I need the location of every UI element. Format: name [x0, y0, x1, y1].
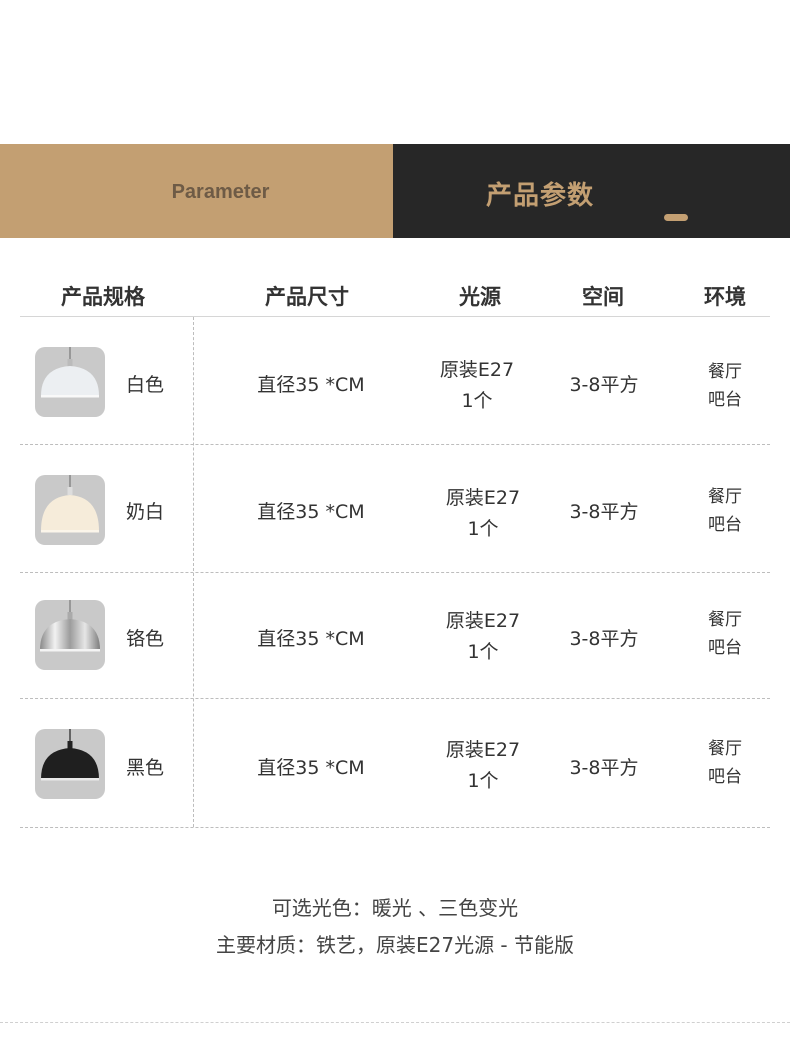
env-line: 吧台 [708, 390, 742, 410]
header-spec: 产品规格 [61, 285, 145, 309]
source-type: 原装E27 [445, 610, 521, 632]
light-source-value: 原装E27 1个 [423, 735, 543, 797]
space-value: 3-8平方 [569, 757, 639, 779]
banner-accent-bar [664, 214, 688, 221]
light-source-value: 原装E27 1个 [423, 606, 543, 668]
parameter-banner: Parameter 产品参数 [0, 144, 790, 238]
banner-chinese-title: 产品参数 [486, 181, 595, 211]
color-name: 铬色 [126, 628, 165, 650]
bottom-divider [0, 1022, 790, 1023]
light-source-value: 原装E27 1个 [417, 355, 537, 417]
env-line: 吧台 [708, 767, 742, 787]
row-divider [20, 827, 770, 828]
env-line: 餐厅 [708, 362, 742, 382]
environment-value: 餐厅 吧台 [695, 735, 755, 791]
space-value: 3-8平方 [569, 628, 639, 650]
banner-english-title: Parameter [171, 180, 270, 203]
header-divider [20, 316, 770, 317]
row-divider [20, 444, 770, 445]
milky-white-pendant-lamp-icon [35, 475, 105, 545]
row-divider [20, 572, 770, 573]
source-type: 原装E27 [445, 487, 521, 509]
black-pendant-lamp-icon [35, 729, 105, 799]
environment-value: 餐厅 吧台 [695, 606, 755, 662]
env-line: 餐厅 [708, 487, 742, 507]
size-value: 直径35 *CM [257, 374, 365, 396]
source-count: 1个 [467, 641, 499, 663]
source-type: 原装E27 [439, 359, 515, 381]
env-line: 吧台 [708, 515, 742, 535]
header-environment: 环境 [704, 285, 746, 309]
environment-value: 餐厅 吧台 [695, 358, 755, 414]
chrome-pendant-lamp-icon [35, 600, 105, 670]
size-value: 直径35 *CM [257, 501, 365, 523]
banner-right-panel: 产品参数 [393, 144, 790, 238]
size-value: 直径35 *CM [257, 628, 365, 650]
color-name: 白色 [126, 374, 165, 396]
banner-left-panel: Parameter [0, 144, 393, 238]
light-source-value: 原装E27 1个 [423, 483, 543, 545]
white-pendant-lamp-icon [35, 347, 105, 417]
environment-value: 餐厅 吧台 [695, 483, 755, 539]
size-value: 直径35 *CM [257, 757, 365, 779]
material-note: 主要材质：铁艺，原装E27光源 - 节能版 [215, 933, 575, 957]
color-name: 奶白 [126, 501, 165, 523]
env-line: 餐厅 [708, 610, 742, 630]
color-name: 黑色 [126, 757, 165, 779]
source-count: 1个 [467, 770, 499, 792]
light-color-note: 可选光色：暖光 、三色变光 [271, 896, 519, 920]
header-light-source: 光源 [459, 285, 501, 309]
env-line: 吧台 [708, 638, 742, 658]
env-line: 餐厅 [708, 739, 742, 759]
source-count: 1个 [461, 390, 493, 412]
row-divider [20, 698, 770, 699]
header-size: 产品尺寸 [265, 285, 349, 309]
source-type: 原装E27 [445, 739, 521, 761]
space-value: 3-8平方 [569, 501, 639, 523]
space-value: 3-8平方 [569, 374, 639, 396]
source-count: 1个 [467, 518, 499, 540]
header-space: 空间 [582, 285, 624, 309]
